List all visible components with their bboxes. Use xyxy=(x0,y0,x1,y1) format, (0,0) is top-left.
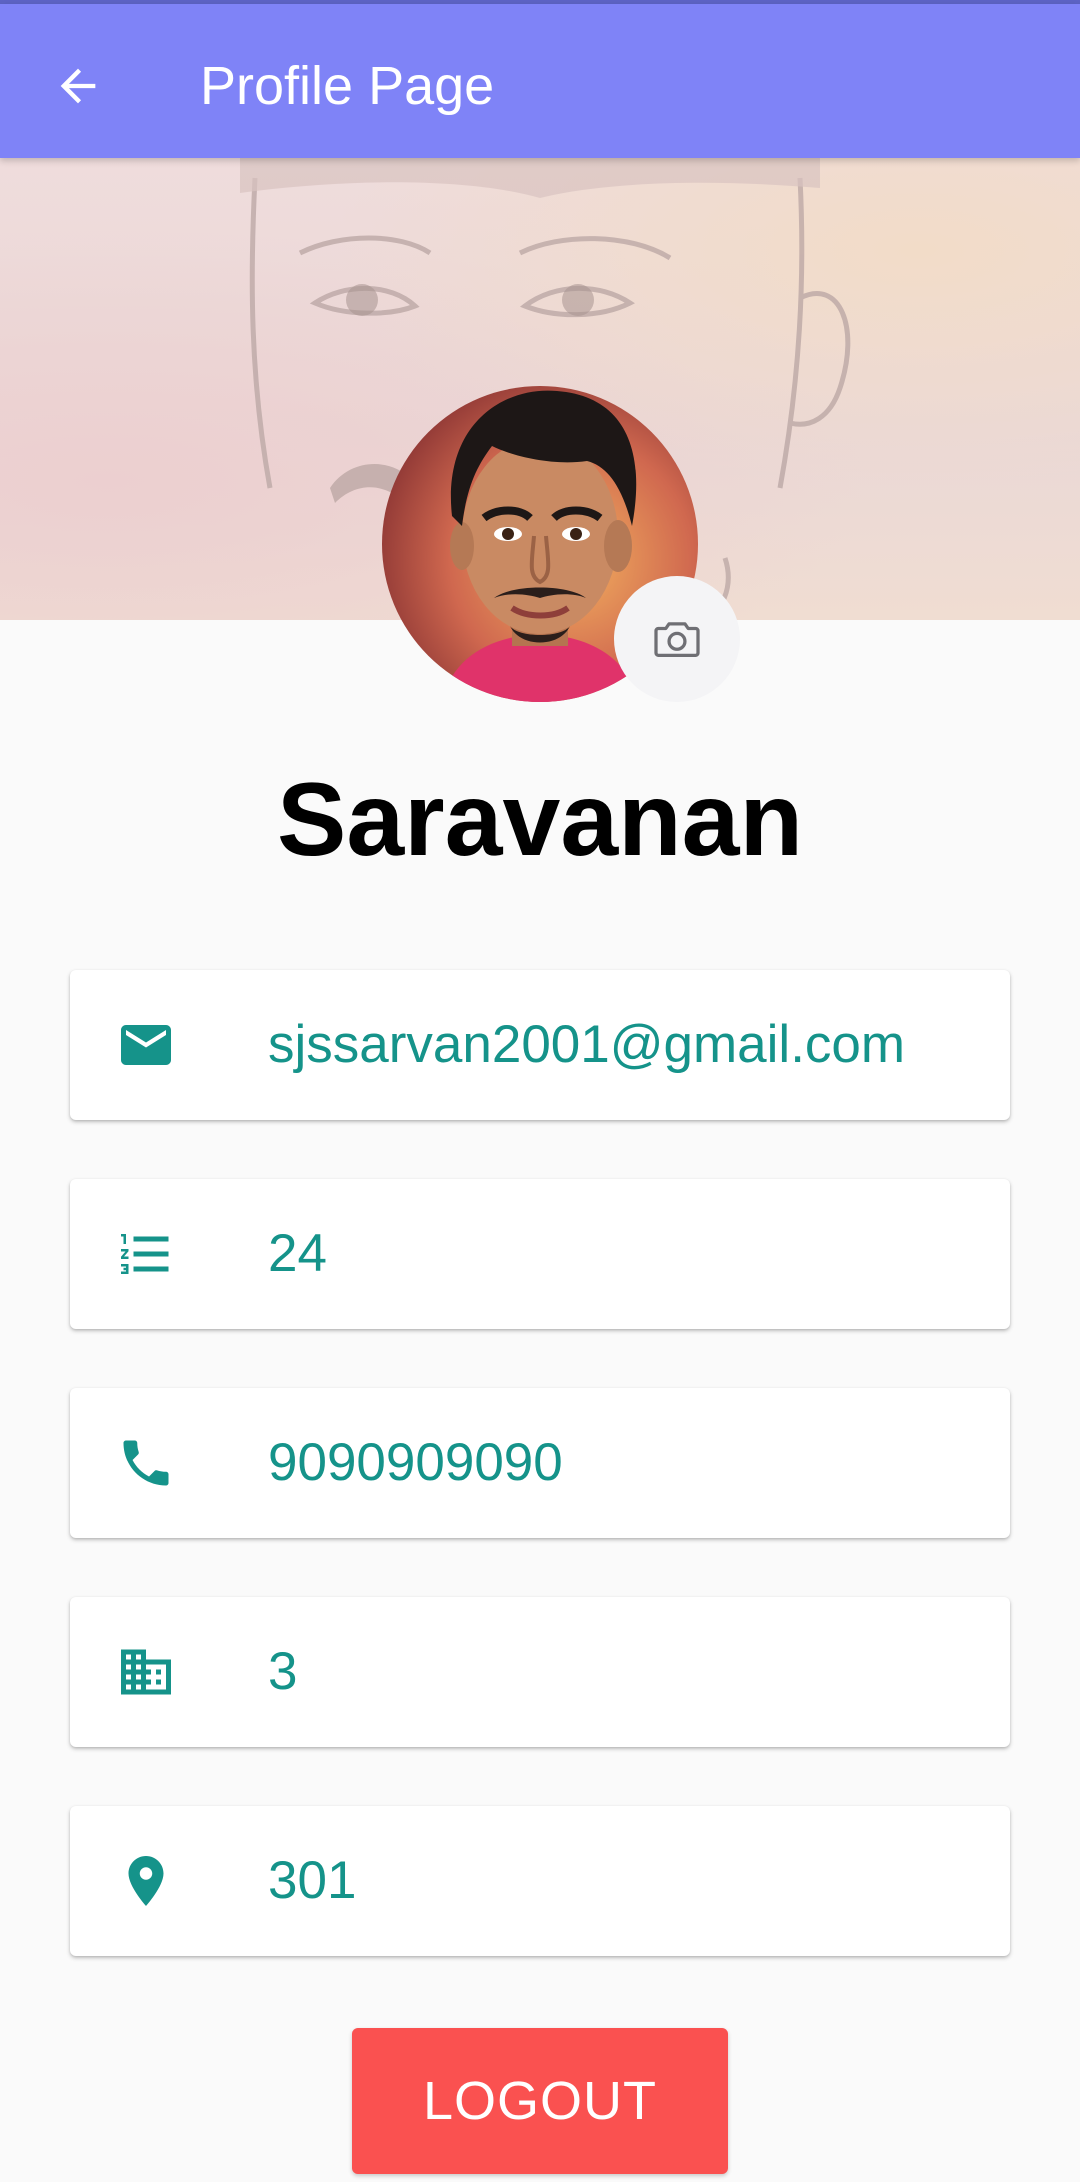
numbered-list-icon xyxy=(121,1234,169,1274)
building-icon xyxy=(121,1649,171,1695)
email-value: sjssarvan2001@gmail.com xyxy=(268,1015,906,1074)
change-photo-button[interactable] xyxy=(614,576,740,702)
phone-value: 9090909090 xyxy=(268,1433,563,1492)
number-value: 24 xyxy=(268,1224,327,1283)
building-card[interactable]: 3 xyxy=(70,1597,1010,1747)
location-pin-icon xyxy=(128,1856,164,1906)
back-button[interactable] xyxy=(42,50,114,122)
app-bar: Profile Page xyxy=(0,4,1080,158)
camera-icon xyxy=(654,622,700,657)
number-card[interactable]: 24 xyxy=(70,1179,1010,1329)
phone-icon xyxy=(123,1440,169,1486)
building-value: 3 xyxy=(268,1642,298,1701)
page-title: Profile Page xyxy=(200,56,495,116)
profile-name: Saravanan xyxy=(276,762,804,878)
location-value: 301 xyxy=(268,1851,357,1910)
email-card[interactable]: sjssarvan2001@gmail.com xyxy=(70,970,1010,1120)
location-card[interactable]: 301 xyxy=(70,1806,1010,1956)
arrow-back-icon xyxy=(60,68,96,104)
phone-card[interactable]: 9090909090 xyxy=(70,1388,1010,1538)
email-icon xyxy=(121,1025,171,1065)
logout-button[interactable]: LOGOUT xyxy=(352,2028,728,2174)
